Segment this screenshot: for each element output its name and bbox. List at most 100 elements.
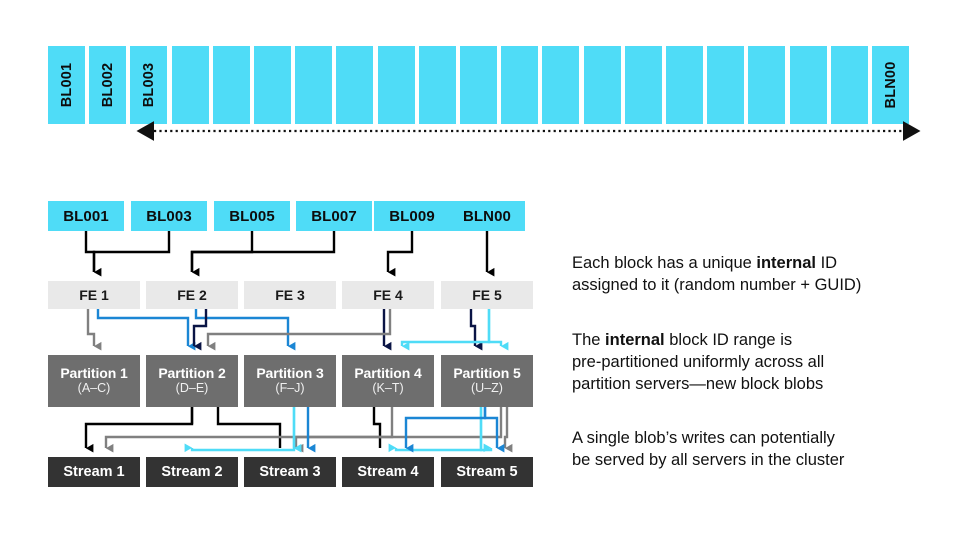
callout-emphasis: internal [756, 254, 816, 272]
frontend-box-fe-4[interactable]: FE 4 [342, 281, 434, 309]
callout-line: partition servers—new block blobs [572, 374, 972, 396]
frontend-box-label: FE 2 [177, 287, 207, 303]
block-tile [171, 46, 209, 124]
connector [192, 309, 208, 351]
block-tile [254, 46, 291, 124]
partition-box-name: Partition 4 [354, 365, 422, 382]
partition-box-name: Partition 1 [60, 365, 128, 382]
connector [206, 309, 392, 351]
frontend-box-label: FE 5 [472, 287, 502, 303]
frontend-box-fe-5[interactable]: FE 5 [441, 281, 533, 309]
block-tile-bl001: BL001 [48, 46, 85, 124]
block-tile [377, 46, 415, 124]
connector [400, 309, 491, 351]
callout-text: block ID range is [664, 331, 793, 349]
partition-box-partition-4[interactable]: Partition 4 (K–T) [342, 355, 434, 407]
callout-text: ID [816, 254, 838, 272]
block-tile [418, 46, 456, 124]
connector [84, 231, 102, 277]
callout-text: The [572, 331, 606, 349]
callout-text: pre-partitioned uniformly across all [572, 352, 825, 371]
block-box-bl007[interactable]: BL007 [296, 201, 372, 231]
block-tile-label: BL002 [99, 62, 116, 108]
stream-box-stream-4[interactable]: Stream 4 [342, 457, 434, 487]
connector [184, 407, 296, 453]
block-box-label: BL005 [229, 207, 275, 225]
block-box-bln00[interactable]: BLN00 [449, 201, 525, 231]
connector [479, 407, 493, 453]
partition-box-range: (U–Z) [471, 381, 503, 396]
stream-box-stream-2[interactable]: Stream 2 [146, 457, 238, 487]
connector [388, 407, 483, 453]
block-tile [830, 46, 868, 124]
block-box-bl005[interactable]: BL005 [214, 201, 290, 231]
block-box-label: BL003 [146, 207, 192, 225]
connector [190, 231, 254, 277]
callout-text-2: The internal block ID range is pre-partit… [572, 330, 972, 396]
stream-box-label: Stream 1 [63, 464, 125, 480]
callout-text: A single blob’s writes can potentially [572, 429, 835, 447]
block-box-label: BL009 [389, 207, 435, 225]
connector [294, 407, 503, 453]
stream-box-label: Stream 2 [161, 464, 223, 480]
block-tile [501, 46, 539, 124]
connector [503, 407, 513, 453]
partition-box-partition-5[interactable]: Partition 5 (U–Z) [441, 355, 533, 407]
connector [104, 407, 394, 453]
connector [216, 407, 282, 448]
connector [194, 309, 296, 351]
block-tile [295, 46, 333, 124]
block-tile [583, 46, 621, 124]
block-box-bl003[interactable]: BL003 [131, 201, 207, 231]
callout-text-1: Each block has a unique internal ID assig… [572, 253, 972, 297]
block-tile [789, 46, 827, 124]
block-box-bl001[interactable]: BL001 [48, 201, 124, 231]
stream-box-label: Stream 5 [456, 464, 518, 480]
partition-box-name: Partition 5 [453, 365, 521, 382]
block-tile [460, 46, 497, 124]
diagram-canvas: BL001 BL002 BL003 BLN00 BL001 BL003 BL005 BL00… [0, 0, 975, 537]
block-tile-bl003: BL003 [130, 46, 168, 124]
stream-box-label: Stream 3 [259, 464, 321, 480]
callout-text: Each block has a unique [572, 254, 757, 272]
connector [84, 407, 194, 453]
block-tile [212, 46, 250, 124]
callout-line: Each block has a unique internal ID [572, 253, 972, 275]
block-tile-label: BL001 [58, 62, 75, 108]
frontend-box-label: FE 1 [79, 287, 109, 303]
block-tile [336, 46, 374, 124]
connector [86, 309, 102, 351]
callout-emphasis: internal [605, 331, 665, 349]
block-tile-bl002: BL002 [89, 46, 127, 124]
connector [483, 407, 505, 453]
partition-box-range: (A–C) [77, 381, 111, 396]
partition-box-partition-3[interactable]: Partition 3 (F–J) [244, 355, 336, 407]
block-tile-label: BLN00 [882, 61, 899, 109]
callout-line: A single blob’s writes can potentially [572, 428, 972, 450]
frontend-box-label: FE 3 [275, 287, 305, 303]
callout-line: The internal block ID range is [572, 330, 972, 352]
block-tile [624, 46, 662, 124]
partition-box-partition-1[interactable]: Partition 1 (A–C) [48, 355, 140, 407]
connector [92, 231, 171, 272]
stream-box-label: Stream 4 [357, 464, 419, 480]
callout-line: assigned to it (random number + GUID) [572, 275, 972, 297]
partition-box-range: (K–T) [372, 381, 404, 396]
block-box-label: BL007 [311, 207, 357, 225]
partition-box-name: Partition 3 [256, 365, 324, 382]
partition-box-partition-2[interactable]: Partition 2 (D–E) [146, 355, 238, 407]
stream-box-stream-3[interactable]: Stream 3 [244, 457, 336, 487]
frontend-box-fe-3[interactable]: FE 3 [244, 281, 336, 309]
stream-box-stream-1[interactable]: Stream 1 [48, 457, 140, 487]
block-box-bl009[interactable]: BL009 [374, 201, 450, 231]
frontend-box-fe-2[interactable]: FE 2 [146, 281, 238, 309]
block-tile [707, 46, 745, 124]
callout-line: pre-partitioned uniformly across all [572, 352, 972, 374]
connector [96, 309, 196, 351]
partition-box-range: (D–E) [175, 381, 209, 396]
callout-text-3: A single blob’s writes can potentially be… [572, 428, 972, 472]
block-box-label: BLN00 [462, 207, 511, 225]
block-tile [666, 46, 703, 124]
frontend-box-fe-1[interactable]: FE 1 [48, 281, 140, 309]
stream-box-stream-5[interactable]: Stream 5 [441, 457, 533, 487]
